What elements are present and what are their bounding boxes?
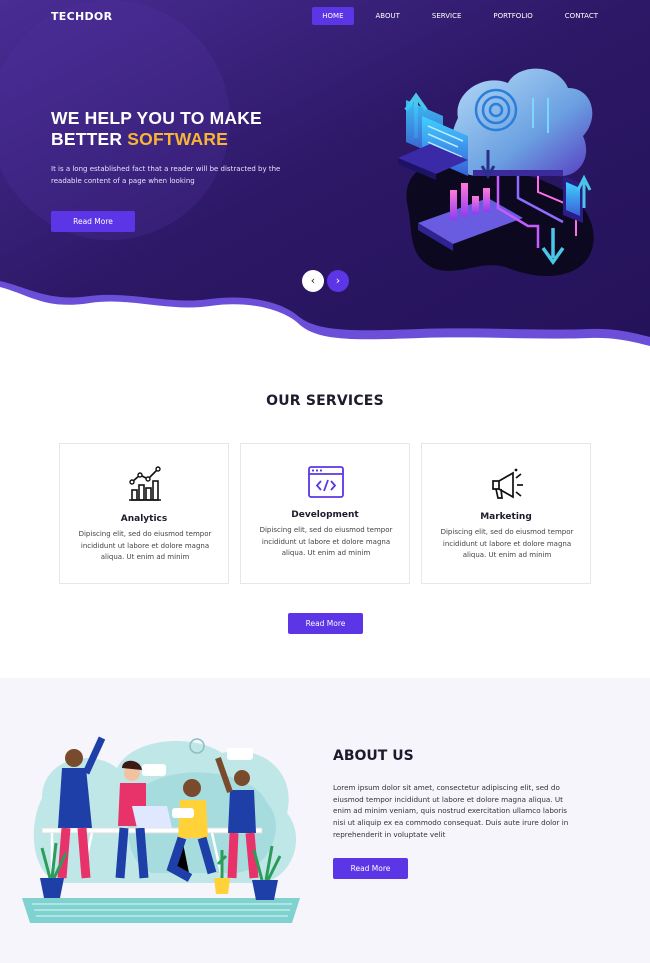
cloud-technology-illustration	[398, 68, 594, 277]
service-card-development[interactable]: Development Dipiscing elit, sed do eiusm…	[240, 443, 410, 584]
analytics-chart-icon	[129, 466, 161, 501]
nav-item-contact[interactable]: CONTACT	[555, 7, 608, 25]
hero-read-more-button[interactable]: Read More	[51, 211, 135, 232]
megaphone-icon	[492, 468, 523, 499]
service-card-description: Dipiscing elit, sed do eiusmod tempor in…	[259, 526, 393, 557]
about-read-more-button[interactable]: Read More	[333, 858, 408, 879]
service-card-description: Dipiscing elit, sed do eiusmod tempor in…	[440, 528, 574, 559]
top-navigation: TECHDOR HOME ABOUT SERVICE PORTFOLIO CON…	[0, 0, 650, 34]
nav-item-service[interactable]: SERVICE	[422, 7, 472, 25]
chevron-left-icon: ‹	[310, 274, 316, 287]
hero-description: It is a long established fact that a rea…	[51, 165, 281, 185]
nav-menu: HOME ABOUT SERVICE PORTFOLIO CONTACT	[300, 7, 608, 25]
service-card-analytics[interactable]: Analytics Dipiscing elit, sed do eiusmod…	[59, 443, 229, 584]
service-card-title: Marketing	[480, 512, 532, 522]
team-collaboration-illustration	[22, 736, 300, 923]
services-read-more-button[interactable]: Read More	[288, 613, 363, 634]
nav-item-portfolio[interactable]: PORTFOLIO	[483, 7, 542, 25]
slider-next-button[interactable]: ›	[327, 270, 349, 292]
hero-title-line2: BETTER	[51, 129, 128, 149]
nav-item-about[interactable]: ABOUT	[366, 7, 410, 25]
hero-title-line1: WE HELP YOU TO MAKE	[51, 108, 262, 128]
nav-item-home[interactable]: HOME	[312, 7, 354, 25]
about-heading: ABOUT US	[333, 748, 414, 764]
chevron-right-icon: ›	[335, 274, 341, 287]
about-description: Lorem ipsum dolor sit amet, consectetur …	[333, 783, 569, 839]
code-window-icon	[308, 466, 344, 498]
services-heading: OUR SERVICES	[266, 393, 384, 409]
slider-prev-button[interactable]: ‹	[302, 270, 324, 292]
service-card-title: Analytics	[120, 514, 168, 524]
service-card-marketing[interactable]: Marketing Dipiscing elit, sed do eiusmod…	[421, 443, 591, 584]
service-card-title: Development	[291, 510, 359, 520]
hero-title-accent: SOFTWARE	[127, 129, 229, 149]
service-card-description: Dipiscing elit, sed do eiusmod tempor in…	[78, 530, 212, 561]
hero-section: TECHDOR HOME ABOUT SERVICE PORTFOLIO CON…	[0, 0, 650, 360]
site-logo[interactable]: TECHDOR	[51, 10, 112, 23]
hero-title: WE HELP YOU TO MAKE BETTER SOFTWARE	[51, 108, 262, 150]
about-section: ABOUT US Lorem ipsum dolor sit amet, con…	[0, 678, 650, 963]
